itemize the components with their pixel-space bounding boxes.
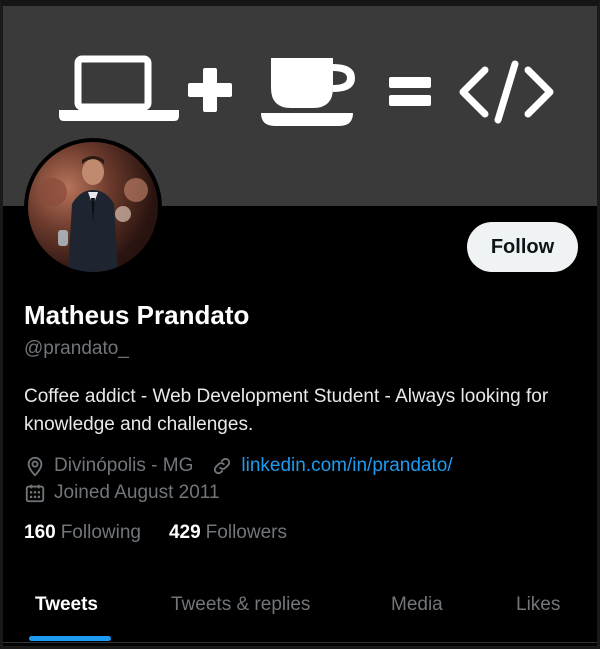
tabs-divider: [3, 642, 597, 643]
profile-name: Matheus Prandato: [24, 300, 250, 330]
coffee-cup-icon: [261, 58, 355, 126]
profile-website-link[interactable]: linkedin.com/in/prandato/: [241, 455, 452, 477]
followers-link[interactable]: 429 Followers: [169, 522, 287, 544]
following-link[interactable]: 160 Following: [24, 522, 141, 544]
plus-icon: [188, 68, 232, 112]
profile-joined-date: Joined August 2011: [54, 482, 220, 503]
tab-tweets[interactable]: Tweets: [35, 594, 98, 616]
follow-stats: 160 Following 429 Followers: [24, 522, 315, 544]
follow-button[interactable]: Follow: [467, 222, 578, 272]
profile-meta-joined: Joined August 2011: [24, 480, 220, 506]
link-icon: [211, 455, 233, 477]
equals-icon: [389, 77, 431, 106]
profile-tabs: Tweets Tweets & replies Media Likes: [3, 580, 597, 643]
following-count: 160: [24, 522, 56, 543]
profile-location: Divinópolis - MG: [54, 455, 194, 476]
profile-handle: @prandato_: [24, 338, 129, 359]
profile-meta-location-link: Divinópolis - MG linkedin.com/in/prandat…: [24, 453, 453, 479]
followers-label: Followers: [205, 522, 287, 543]
tab-media[interactable]: Media: [391, 594, 443, 616]
laptop-icon: [74, 55, 152, 111]
tab-likes[interactable]: Likes: [516, 594, 560, 616]
laptop-base: [59, 110, 179, 121]
active-tab-indicator: [29, 636, 111, 641]
avatar[interactable]: [24, 138, 162, 276]
profile-bio: Coffee addict - Web Development Student …: [24, 386, 549, 435]
calendar-icon: [24, 482, 46, 504]
location-pin-icon: [24, 455, 46, 477]
followers-count: 429: [168, 522, 201, 543]
following-label: Following: [60, 522, 141, 543]
tab-tweets-and-replies[interactable]: Tweets & replies: [171, 594, 310, 616]
avatar-photo: [28, 142, 158, 272]
code-icon: [459, 60, 554, 124]
